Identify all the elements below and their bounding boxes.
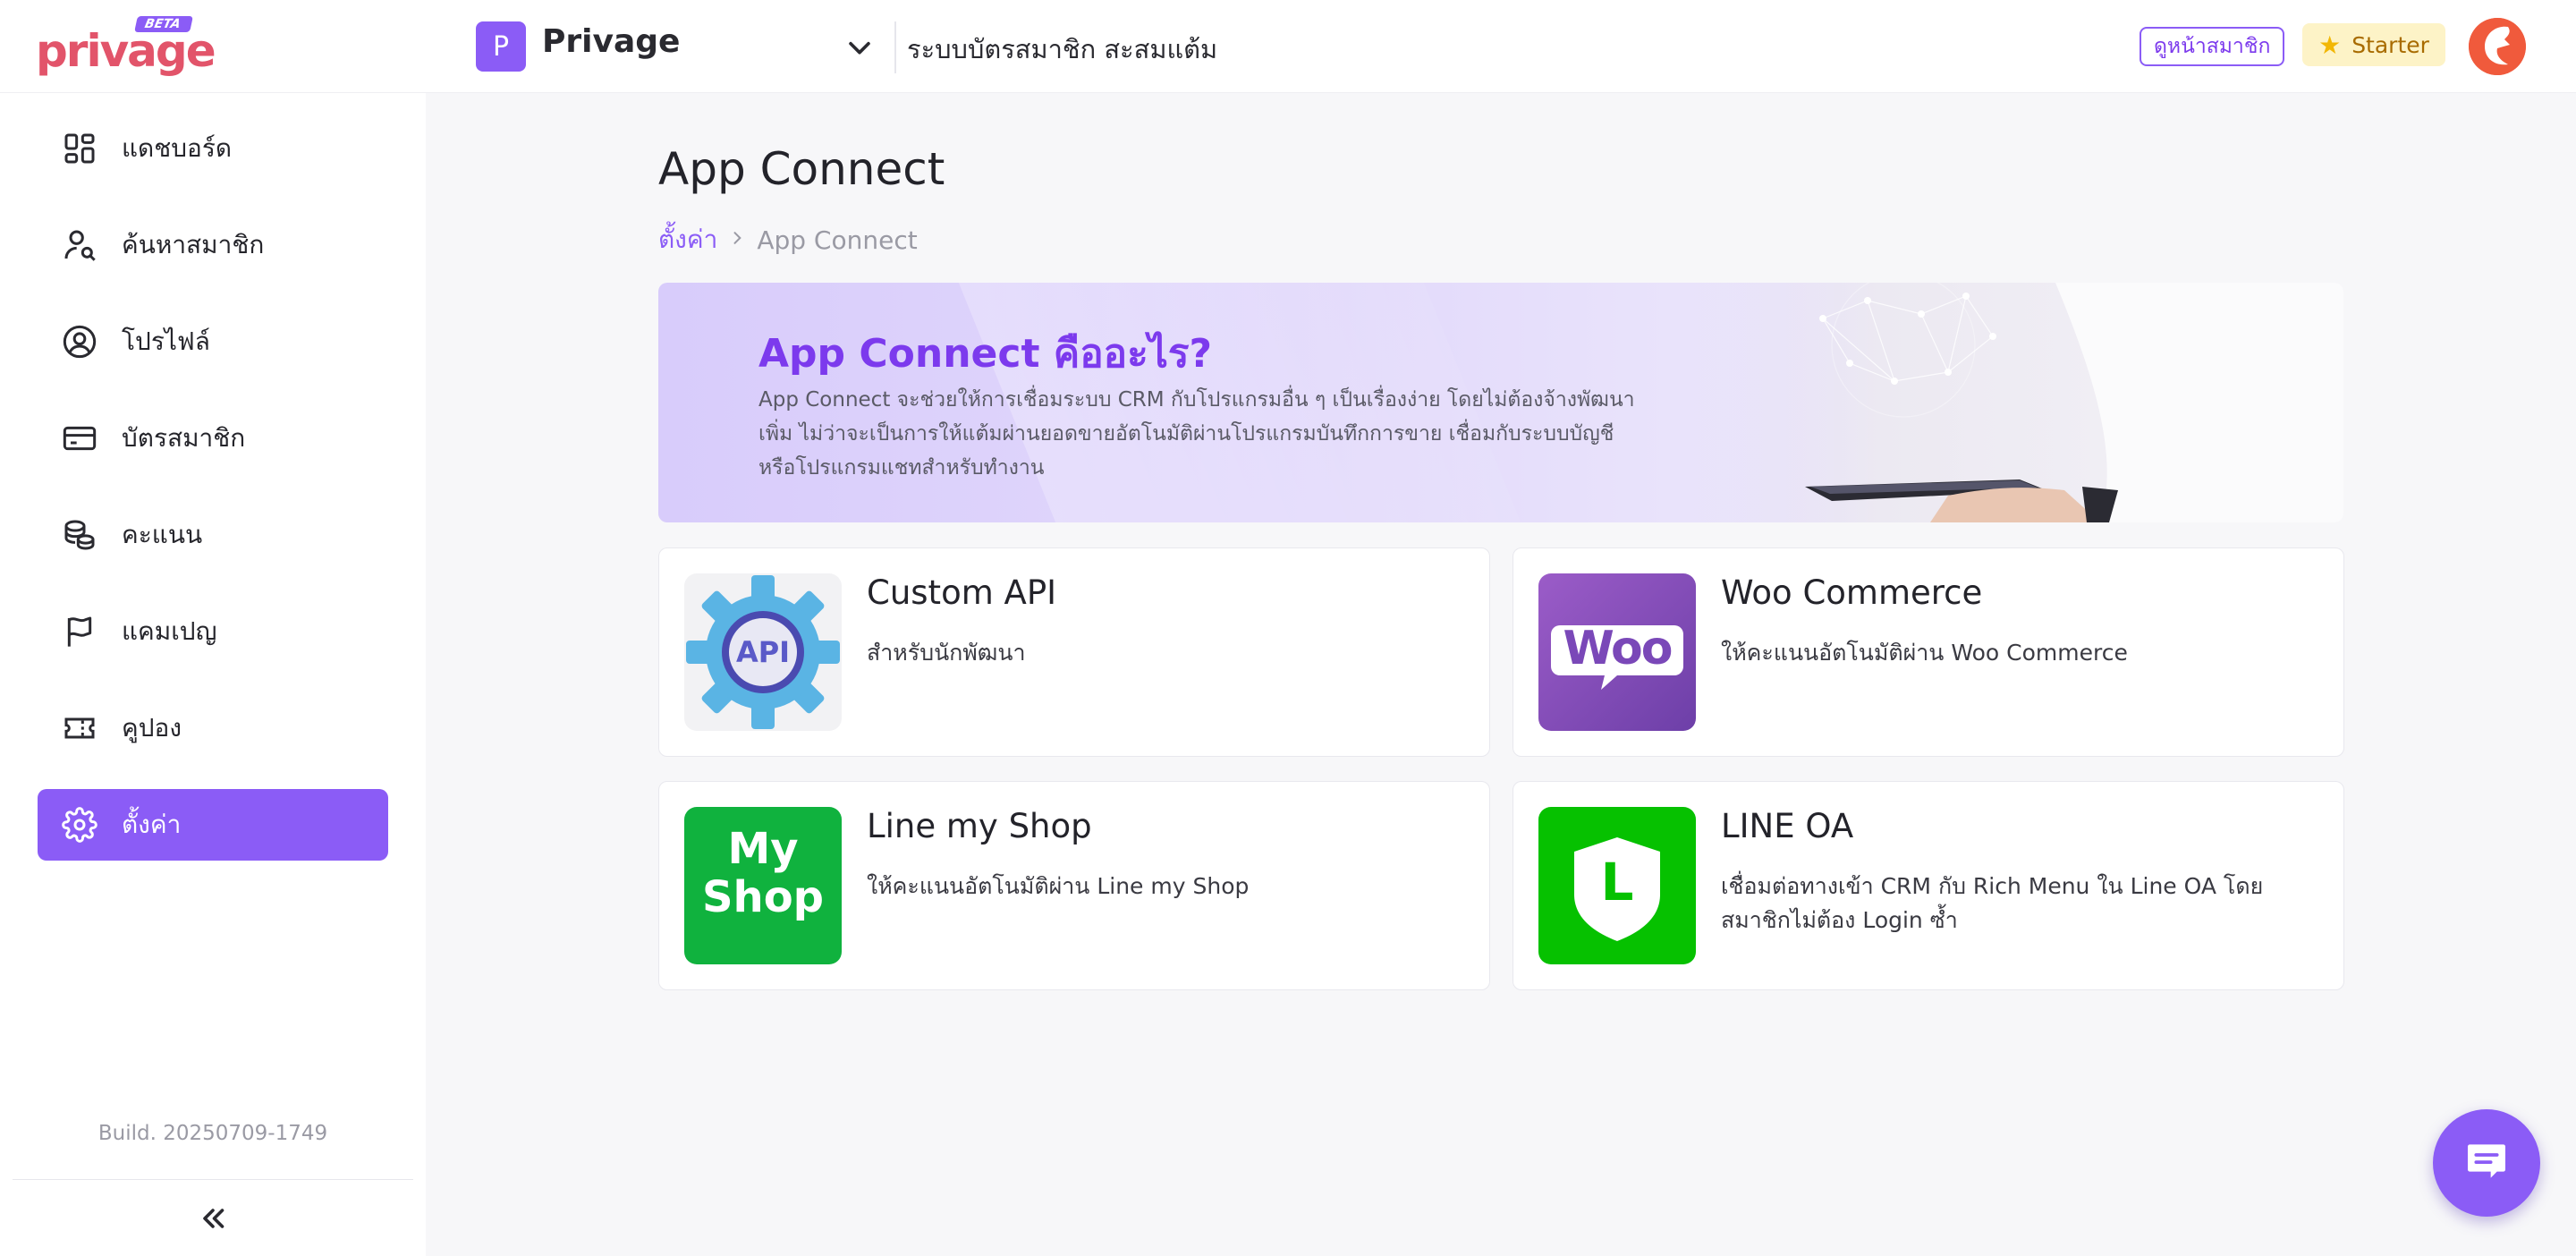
banner-title: App Connect คืออะไร?	[758, 331, 1213, 377]
plan-label: Starter	[2351, 31, 2429, 58]
sidebar-item-profile[interactable]: โปรไฟล์	[38, 306, 388, 378]
sidebar-item-member-card[interactable]: บัตรสมาชิก	[38, 403, 388, 474]
app-card-description: เชื่อมต่อทางเข้า CRM กับ Rich Menu ใน Li…	[1721, 873, 2264, 933]
api-gear-icon: API	[684, 573, 842, 731]
user-avatar[interactable]	[2469, 18, 2526, 75]
plan-badge[interactable]: ★ Starter	[2302, 23, 2445, 66]
sidebar-item-label: แดชบอร์ด	[122, 133, 233, 163]
sidebar-item-label: คะแนน	[122, 520, 203, 549]
app-card-description: สำหรับนักพัฒนา	[867, 640, 1026, 666]
woo-logo-icon: Woo	[1538, 573, 1696, 731]
myshop-logo-icon: My Shop	[684, 807, 842, 964]
myshop-icon-text: My Shop	[701, 824, 825, 922]
breadcrumb-current: App Connect	[757, 225, 918, 255]
chevron-down-icon[interactable]	[844, 32, 875, 63]
profile-icon	[59, 321, 100, 362]
star-icon: ★	[2318, 30, 2342, 60]
app-card-description: ให้คะแนนอัตโนมัติผ่าน Woo Commerce	[1721, 640, 2128, 666]
sidebar-item-label: ค้นหาสมาชิก	[122, 230, 265, 259]
breadcrumb-settings-link[interactable]: ตั้งค่า	[658, 220, 717, 259]
app-card-custom-api[interactable]: API Custom API สำหรับนักพัฒนา	[658, 547, 1490, 757]
collapse-sidebar-button[interactable]	[188, 1195, 238, 1245]
app-card-description: ให้คะแนนอัตโนมัติผ่าน Line my Shop	[867, 873, 1250, 899]
page-title: App Connect	[658, 143, 945, 195]
coins-icon	[59, 514, 100, 556]
api-icon-text: API	[735, 635, 791, 669]
dashboard-icon	[59, 128, 100, 169]
top-header: privage BETA P Privage ระบบบัตรสมาชิก สะ…	[0, 0, 2576, 93]
sidebar-divider	[13, 1179, 413, 1180]
app-card-title: Custom API	[867, 573, 1057, 612]
sidebar-item-settings[interactable]: ตั้งค่า	[38, 789, 388, 861]
ticket-icon	[59, 708, 100, 749]
sidebar-item-member-search[interactable]: ค้นหาสมาชิก	[38, 209, 388, 281]
sidebar-item-dashboard[interactable]: แดชบอร์ด	[38, 113, 388, 184]
sidebar-item-coupon[interactable]: คูปอง	[38, 692, 388, 764]
info-banner: App Connect คืออะไร? App Connect จะช่วยใ…	[658, 283, 2343, 522]
flag-icon	[59, 611, 100, 652]
org-name[interactable]: Privage	[542, 23, 680, 60]
line-oa-logo-icon: L	[1538, 807, 1696, 964]
woo-icon-text: Woo	[1563, 622, 1674, 675]
app-card-woo-commerce[interactable]: Woo Woo Commerce ให้คะแนนอัตโนมัติผ่าน W…	[1513, 547, 2344, 757]
privage-logo[interactable]: privage BETA	[36, 16, 216, 77]
app-card-title: Woo Commerce	[1721, 573, 1983, 612]
chevron-right-icon	[728, 226, 746, 253]
gear-icon	[59, 804, 100, 845]
sidebar-item-label: ตั้งค่า	[122, 810, 182, 839]
logo-text: privage	[36, 25, 216, 77]
org-avatar[interactable]: P	[476, 21, 526, 72]
phone-hand-illustration	[1724, 283, 2343, 522]
app-card-line-my-shop[interactable]: My Shop Line my Shop ให้คะแนนอัตโนมัติผ่…	[658, 781, 1490, 990]
sidebar-item-label: คูปอง	[122, 713, 182, 743]
system-name: ระบบบัตรสมาชิก สะสมแต้ม	[907, 34, 1218, 64]
chat-icon	[2462, 1136, 2512, 1190]
sidebar-item-campaign[interactable]: แคมเปญ	[38, 596, 388, 667]
breadcrumb: ตั้งค่า App Connect	[658, 220, 918, 259]
sidebar-item-points[interactable]: คะแนน	[38, 499, 388, 571]
sidebar-item-label: บัตรสมาชิก	[122, 423, 246, 453]
view-member-page-button[interactable]: ดูหน้าสมาชิก	[2140, 27, 2285, 66]
beta-badge: BETA	[134, 16, 193, 32]
sidebar-item-label: โปรไฟล์	[122, 327, 210, 356]
app-card-title: LINE OA	[1721, 807, 1854, 845]
app-card-title: Line my Shop	[867, 807, 1092, 845]
chat-support-button[interactable]	[2433, 1109, 2540, 1217]
app-card-line-oa[interactable]: L LINE OA เชื่อมต่อทางเข้า CRM กับ Rich …	[1513, 781, 2344, 990]
card-icon	[59, 418, 100, 459]
sidebar: แดชบอร์ด ค้นหาสมาชิก โปรไฟล์ บัตรสมาชิก …	[0, 93, 426, 1256]
line-oa-icon-text: L	[1600, 852, 1634, 912]
sidebar-item-label: แคมเปญ	[122, 616, 217, 646]
build-version: Build. 20250709-1749	[97, 1122, 328, 1145]
user-search-icon	[59, 225, 100, 266]
header-divider	[894, 21, 896, 73]
banner-description: App Connect จะช่วยให้การเชื่อมระบบ CRM ก…	[758, 388, 1635, 479]
double-chevron-left-icon	[197, 1202, 229, 1238]
